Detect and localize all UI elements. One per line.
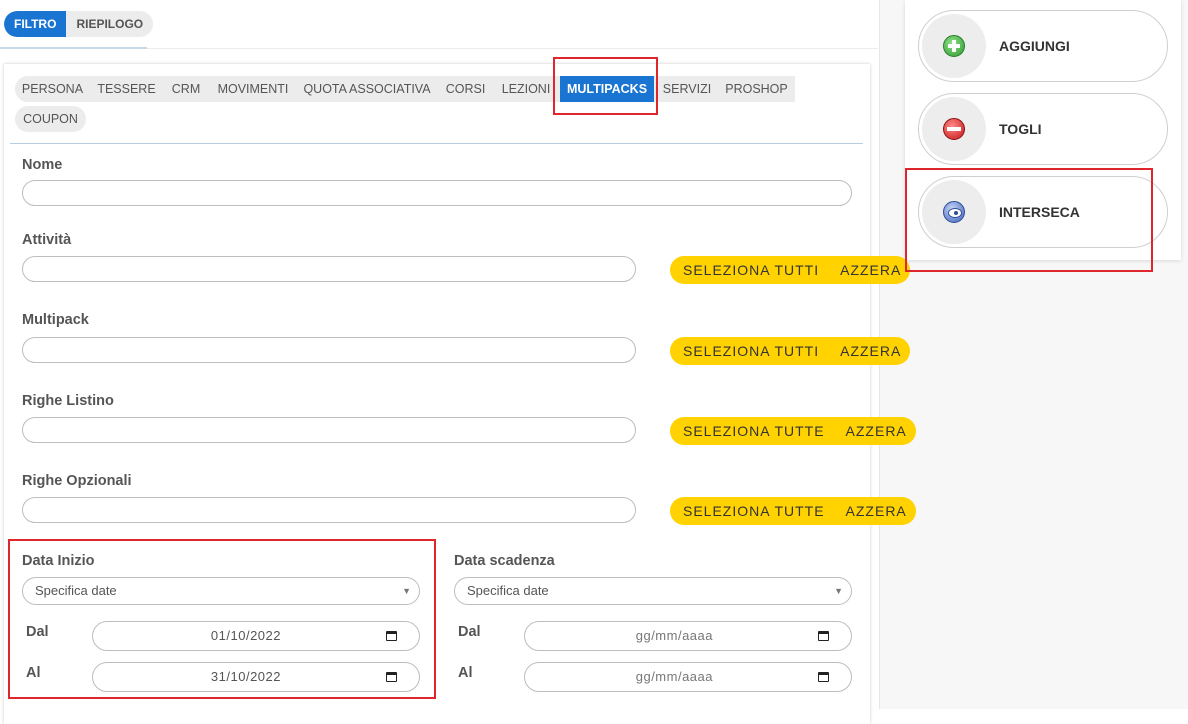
tab-multipacks[interactable]: MULTIPACKS	[560, 76, 654, 102]
minus-circle-icon	[943, 118, 965, 140]
top-divider	[147, 48, 878, 49]
tab-lezioni[interactable]: LEZIONI	[494, 76, 558, 102]
multipack-reset-button[interactable]: AZZERA	[840, 337, 901, 365]
data-scadenza-al-value: gg/mm/aaaa	[635, 669, 713, 684]
plus-circle-icon	[943, 35, 965, 57]
attivita-label: Attività	[22, 232, 72, 248]
data-scadenza-al-label: Al	[458, 665, 473, 681]
togli-icon-wrap	[922, 97, 986, 161]
toggle-underline	[0, 47, 147, 49]
tab-proshop[interactable]: PROSHOP	[718, 76, 795, 102]
righe-listino-actions: SELEZIONA TUTTE AZZERA	[670, 417, 916, 445]
attivita-actions: SELEZIONA TUTTI AZZERA	[670, 256, 910, 284]
nome-label: Nome	[22, 157, 63, 173]
calendar-icon[interactable]	[818, 631, 829, 641]
tab-corsi[interactable]: CORSI	[437, 76, 494, 102]
tab-servizi[interactable]: SERVIZI	[656, 76, 718, 102]
chevron-down-icon: ▼	[834, 586, 843, 596]
togli-button[interactable]: TOGLI	[918, 93, 1168, 165]
multipack-input[interactable]	[22, 337, 636, 363]
filtro-toggle-button[interactable]: FILTRO	[4, 11, 67, 37]
righe-listino-input[interactable]	[22, 417, 636, 443]
tab-coupon[interactable]: COUPON	[15, 106, 86, 132]
data-inizio-select[interactable]: Specifica date ▼	[22, 577, 420, 605]
multipack-select-all-button[interactable]: SELEZIONA TUTTI	[683, 337, 819, 365]
multipack-actions: SELEZIONA TUTTI AZZERA	[670, 337, 910, 365]
righe-opzionali-actions: SELEZIONA TUTTE AZZERA	[670, 497, 916, 525]
righe-listino-reset-button[interactable]: AZZERA	[846, 417, 907, 445]
calendar-icon[interactable]	[818, 672, 829, 682]
righe-listino-label: Righe Listino	[22, 393, 114, 409]
tabs-divider	[10, 143, 863, 144]
righe-opzionali-reset-button[interactable]: AZZERA	[846, 497, 907, 525]
data-scadenza-dal-label: Dal	[458, 624, 481, 640]
attivita-select-all-button[interactable]: SELEZIONA TUTTI	[683, 256, 819, 284]
calendar-icon[interactable]	[386, 631, 397, 641]
data-scadenza-label: Data scadenza	[454, 553, 555, 569]
aggiungi-label: AGGIUNGI	[999, 38, 1070, 54]
data-inizio-select-value: Specifica date	[35, 583, 117, 598]
data-scadenza-select[interactable]: Specifica date ▼	[454, 577, 852, 605]
tab-persona[interactable]: PERSONA	[15, 76, 90, 102]
tab-tessere[interactable]: TESSERE	[90, 76, 163, 102]
multipack-label: Multipack	[22, 312, 89, 328]
intersect-icon	[943, 201, 965, 223]
togli-label: TOGLI	[999, 121, 1042, 137]
tab-quota-associativa[interactable]: QUOTA ASSOCIATIVA	[297, 76, 437, 102]
aggiungi-icon-wrap	[922, 14, 986, 78]
riepilogo-toggle-button[interactable]: RIEPILOGO	[66, 11, 153, 37]
data-inizio-al-input[interactable]: 31/10/2022	[92, 662, 420, 692]
righe-opzionali-label: Righe Opzionali	[22, 473, 132, 489]
data-scadenza-al-input[interactable]: gg/mm/aaaa	[524, 662, 852, 692]
data-scadenza-select-value: Specifica date	[467, 583, 549, 598]
tab-movimenti[interactable]: MOVIMENTI	[209, 76, 297, 102]
data-scadenza-dal-input[interactable]: gg/mm/aaaa	[524, 621, 852, 651]
aggiungi-button[interactable]: AGGIUNGI	[918, 10, 1168, 82]
data-scadenza-dal-value: gg/mm/aaaa	[635, 628, 713, 643]
interseca-label: INTERSECA	[999, 204, 1080, 220]
chevron-down-icon: ▼	[402, 586, 411, 596]
nome-input[interactable]	[22, 180, 852, 206]
calendar-icon[interactable]	[386, 672, 397, 682]
interseca-icon-wrap	[922, 180, 986, 244]
data-inizio-dal-input[interactable]: 01/10/2022	[92, 621, 420, 651]
data-inizio-dal-label: Dal	[26, 624, 49, 640]
data-inizio-dal-value: 01/10/2022	[210, 628, 281, 643]
righe-listino-select-all-button[interactable]: SELEZIONA TUTTE	[683, 417, 825, 445]
data-inizio-al-label: Al	[26, 665, 41, 681]
data-inizio-al-value: 31/10/2022	[210, 669, 281, 684]
interseca-button[interactable]: INTERSECA	[918, 176, 1168, 248]
righe-opzionali-select-all-button[interactable]: SELEZIONA TUTTE	[683, 497, 825, 525]
tab-crm[interactable]: CRM	[163, 76, 209, 102]
righe-opzionali-input[interactable]	[22, 497, 636, 523]
view-toggle: FILTRO RIEPILOGO	[4, 11, 154, 37]
data-inizio-label: Data Inizio	[22, 553, 95, 569]
attivita-input[interactable]	[22, 256, 636, 282]
attivita-reset-button[interactable]: AZZERA	[840, 256, 901, 284]
